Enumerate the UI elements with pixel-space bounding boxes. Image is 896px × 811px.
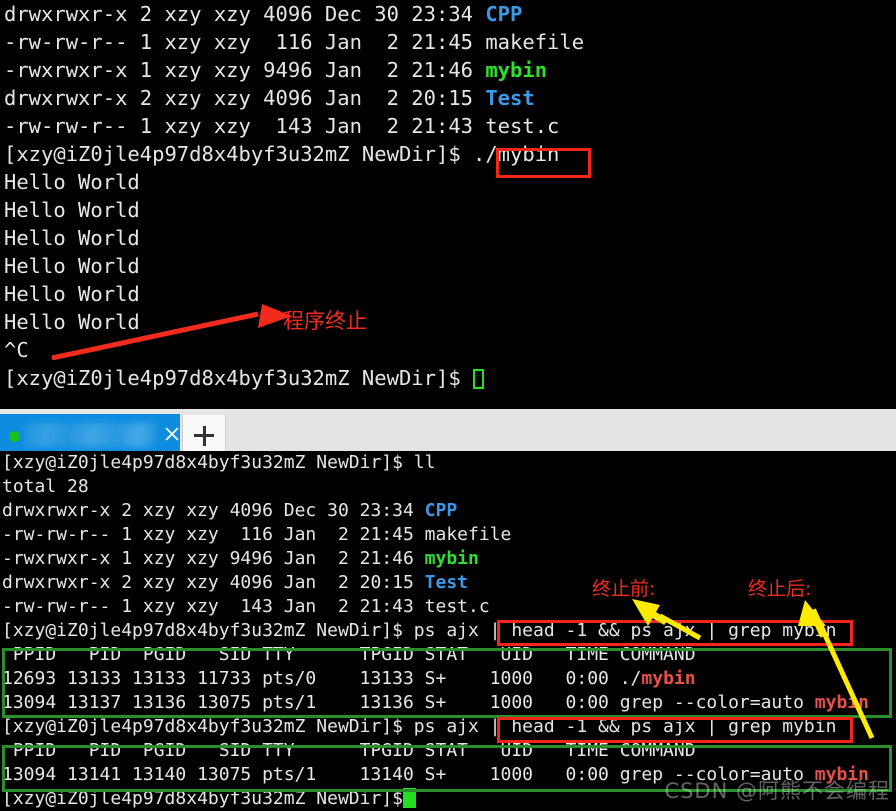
tab-title-redacted bbox=[24, 423, 156, 447]
terminal-line-ps-row-2: 13094 13137 13136 13075 pts/1 13136 S+ 1… bbox=[0, 691, 896, 715]
text-run: [xzy@iZ0jle4p97d8x4byf3u32mZ NewDir]$ ll bbox=[2, 452, 436, 473]
terminal-line-ll2-mybin: -rwxrwxr-x 1 xzy xzy 9496 Jan 2 21:46 my… bbox=[0, 547, 896, 571]
text-run: [xzy@iZ0jle4p97d8x4byf3u32mZ NewDir]$ ps… bbox=[2, 716, 837, 737]
new-tab-button[interactable] bbox=[182, 415, 226, 456]
terminal-line-ps-header-1: PPID PID PGID SID TTY TPGID STAT UID TIM… bbox=[0, 643, 896, 667]
terminal-line-cmd-ll: [xzy@iZ0jle4p97d8x4byf3u32mZ NewDir]$ ll bbox=[0, 451, 896, 475]
terminal-line-total: total 28 bbox=[0, 475, 896, 499]
text-run: 13094 13141 13140 13075 pts/1 13140 S+ 1… bbox=[2, 764, 815, 785]
terminal-line-out-1: Hello World bbox=[0, 168, 896, 196]
text-run: Hello World bbox=[4, 198, 140, 222]
text-run: -rwxrwxr-x 1 xzy xzy 9496 Jan 2 21:46 bbox=[2, 548, 425, 569]
terminal-line-ll2-makefile: -rw-rw-r-- 1 xzy xzy 116 Jan 2 21:45 mak… bbox=[0, 523, 896, 547]
terminal-line-out-5: Hello World bbox=[0, 280, 896, 308]
terminal-line-ps-row-3: 13094 13141 13140 13075 pts/1 13140 S+ 1… bbox=[0, 763, 896, 787]
terminal-line-out-6: Hello World bbox=[0, 308, 896, 336]
text-run: drwxrwxr-x 2 xzy xzy 4096 Dec 30 23:34 bbox=[4, 2, 486, 26]
text-run: Test bbox=[485, 86, 535, 110]
text-run: 12693 13133 13133 11733 pts/0 13133 S+ 1… bbox=[2, 668, 642, 689]
text-run: mybin bbox=[485, 58, 548, 82]
terminal-line-ll2-cpp: drwxrwxr-x 2 xzy xzy 4096 Dec 30 23:34 C… bbox=[0, 499, 896, 523]
text-run: mybin bbox=[814, 692, 869, 713]
terminal-line-cmd-run-mybin: [xzy@iZ0jle4p97d8x4byf3u32mZ NewDir]$ ./… bbox=[0, 140, 896, 168]
terminal-tab-bar bbox=[0, 404, 896, 456]
terminal-line-prompt-idle: [xzy@iZ0jle4p97d8x4byf3u32mZ NewDir]$ bbox=[0, 364, 896, 392]
terminal-line-ll2-test-c: -rw-rw-r-- 1 xzy xzy 143 Jan 2 21:43 tes… bbox=[0, 595, 896, 619]
text-run: PPID PID PGID SID TTY TPGID STAT UID TIM… bbox=[2, 644, 696, 665]
terminal-line-cmd-ps-1: [xzy@iZ0jle4p97d8x4byf3u32mZ NewDir]$ ps… bbox=[0, 619, 896, 643]
tab-active-session[interactable] bbox=[0, 414, 180, 456]
terminal-line-ll2-test-dir: drwxrwxr-x 2 xzy xzy 4096 Jan 2 20:15 Te… bbox=[0, 571, 896, 595]
terminal-line-out-3: Hello World bbox=[0, 224, 896, 252]
text-run: [xzy@iZ0jle4p97d8x4byf3u32mZ NewDir]$ ./… bbox=[4, 142, 560, 166]
terminal-line-sigint: ^C bbox=[0, 336, 896, 364]
text-run: -rwxrwxr-x 1 xzy xzy 9496 Jan 2 21:46 bbox=[4, 58, 486, 82]
text-run: -rw-rw-r-- 1 xzy xzy 143 Jan 2 21:43 tes… bbox=[2, 596, 490, 617]
text-run: mybin bbox=[424, 548, 479, 569]
terminal-pane-bottom[interactable]: [xzy@iZ0jle4p97d8x4byf3u32mZ NewDir]$ ll… bbox=[0, 451, 896, 811]
text-run: Hello World bbox=[4, 254, 140, 278]
text-run: Hello World bbox=[4, 170, 140, 194]
terminal-line-ps-header-2: PPID PID PGID SID TTY TPGID STAT UID TIM… bbox=[0, 739, 896, 763]
terminal-pane-top[interactable]: drwxrwxr-x 2 xzy xzy 4096 Dec 30 23:34 C… bbox=[0, 0, 896, 404]
text-run: Hello World bbox=[4, 226, 140, 250]
plus-icon-vertical bbox=[202, 425, 206, 446]
text-run: Hello World bbox=[4, 282, 140, 306]
text-run: 13094 13137 13136 13075 pts/1 13136 S+ 1… bbox=[2, 692, 815, 713]
text-run: Hello World bbox=[4, 310, 140, 334]
terminal-line-prompt-final: [xzy@iZ0jle4p97d8x4byf3u32mZ NewDir]$ bbox=[0, 787, 896, 811]
terminal-line-out-4: Hello World bbox=[0, 252, 896, 280]
text-run: CPP bbox=[424, 500, 458, 521]
text-run: [xzy@iZ0jle4p97d8x4byf3u32mZ NewDir]$ bbox=[2, 788, 403, 809]
text-run: Test bbox=[424, 572, 468, 593]
text-run: drwxrwxr-x 2 xzy xzy 4096 Jan 2 20:15 bbox=[4, 86, 486, 110]
tab-strip bbox=[0, 414, 896, 456]
text-run: -rw-rw-r-- 1 xzy xzy 143 Jan 2 21:43 tes… bbox=[4, 114, 560, 138]
text-run: mybin bbox=[641, 668, 696, 689]
terminal-cursor bbox=[402, 788, 416, 808]
terminal-line-ll-cpp: drwxrwxr-x 2 xzy xzy 4096 Dec 30 23:34 C… bbox=[0, 0, 896, 28]
terminal-cursor bbox=[473, 369, 484, 389]
text-run: drwxrwxr-x 2 xzy xzy 4096 Dec 30 23:34 bbox=[2, 500, 425, 521]
screenshot-root: drwxrwxr-x 2 xzy xzy 4096 Dec 30 23:34 C… bbox=[0, 0, 896, 811]
text-run: PPID PID PGID SID TTY TPGID STAT UID TIM… bbox=[2, 740, 696, 761]
text-run: -rw-rw-r-- 1 xzy xzy 116 Jan 2 21:45 mak… bbox=[4, 30, 585, 54]
terminal-line-ll-mybin: -rwxrwxr-x 1 xzy xzy 9496 Jan 2 21:46 my… bbox=[0, 56, 896, 84]
terminal-output-bottom: [xzy@iZ0jle4p97d8x4byf3u32mZ NewDir]$ ll… bbox=[0, 451, 896, 811]
text-run: -rw-rw-r-- 1 xzy xzy 116 Jan 2 21:45 mak… bbox=[2, 524, 512, 545]
text-run: total 28 bbox=[2, 476, 89, 497]
text-run: [xzy@iZ0jle4p97d8x4byf3u32mZ NewDir]$ bbox=[4, 366, 473, 390]
text-run: CPP bbox=[485, 2, 523, 26]
terminal-line-cmd-ps-2: [xzy@iZ0jle4p97d8x4byf3u32mZ NewDir]$ ps… bbox=[0, 715, 896, 739]
terminal-line-ll-test-dir: drwxrwxr-x 2 xzy xzy 4096 Jan 2 20:15 Te… bbox=[0, 84, 896, 112]
terminal-line-out-2: Hello World bbox=[0, 196, 896, 224]
terminal-line-ps-row-1: 12693 13133 13133 11733 pts/0 13133 S+ 1… bbox=[0, 667, 896, 691]
text-run: [xzy@iZ0jle4p97d8x4byf3u32mZ NewDir]$ ps… bbox=[2, 620, 837, 641]
text-run: mybin bbox=[814, 764, 869, 785]
terminal-line-ll-makefile: -rw-rw-r-- 1 xzy xzy 116 Jan 2 21:45 mak… bbox=[0, 28, 896, 56]
close-icon[interactable] bbox=[163, 425, 181, 443]
terminal-output-top: drwxrwxr-x 2 xzy xzy 4096 Dec 30 23:34 C… bbox=[0, 0, 896, 392]
text-run: drwxrwxr-x 2 xzy xzy 4096 Jan 2 20:15 bbox=[2, 572, 425, 593]
session-status-dot-icon bbox=[9, 431, 20, 442]
text-run: ^C bbox=[4, 338, 29, 362]
terminal-line-ll-test-c: -rw-rw-r-- 1 xzy xzy 143 Jan 2 21:43 tes… bbox=[0, 112, 896, 140]
